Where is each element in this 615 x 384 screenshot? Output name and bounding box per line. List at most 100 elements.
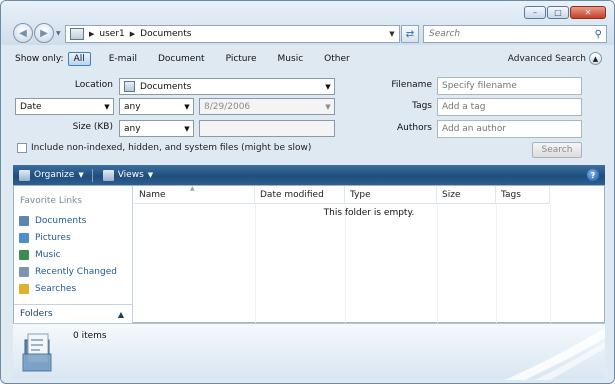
back-arrow-icon: ◀ [19,27,27,39]
documents-large-icon [22,333,52,372]
fav-link-pictures[interactable]: Pictures [19,229,117,246]
fav-link-label: Searches [35,283,77,294]
filter-picture[interactable]: Picture [221,53,262,65]
forward-button[interactable]: ▶ [34,23,54,43]
chevron-right-icon[interactable]: ▶ [89,30,94,38]
empty-folder-message: This folder is empty. [323,208,415,218]
authors-label: Authors [397,123,432,133]
size-value-field[interactable] [199,120,335,137]
search-box[interactable]: ⚲ [423,25,607,43]
authors-input[interactable] [437,120,582,138]
date-operator-value: any [124,101,141,112]
column-divider [550,204,551,323]
date-field-select[interactable]: Date ▼ [15,98,114,115]
filename-input[interactable] [437,77,582,95]
column-header-name[interactable]: ▲ Name [134,185,255,204]
chevron-down-icon: ▼ [147,171,154,179]
breadcrumb-user1[interactable]: user1 [99,29,124,39]
maximize-button[interactable]: □ [547,6,569,19]
favorite-links-list: Documents Pictures Music Recently Change… [19,212,117,297]
address-bar[interactable]: ▶ user1 ▶ Documents ▼ [65,25,400,43]
column-header-date-modified[interactable]: Date modified [255,186,345,204]
date-value-picker[interactable]: 8/29/2006 ▼ [199,98,335,115]
include-nonindexed-checkbox[interactable] [17,143,27,153]
tags-input[interactable] [437,98,582,116]
date-field-value: Date [20,101,42,112]
filter-email[interactable]: E-mail [104,53,142,65]
chevron-down-icon: ▼ [104,102,110,111]
fav-link-recently-changed[interactable]: Recently Changed [19,263,117,280]
item-count: 0 items [73,331,107,341]
size-label: Size (KB) [72,122,113,132]
column-header-tags[interactable]: Tags [496,186,550,204]
search-input[interactable] [429,29,579,39]
search-icon[interactable]: ⚲ [595,29,602,40]
minimize-button[interactable]: – [524,6,546,19]
chevron-down-icon: ▼ [325,102,331,111]
file-list: ▲ Name Date modified Type Size Tags This… [134,185,604,323]
command-bar: Organize ▼ Views ▼ ? [13,165,605,185]
chevron-down-icon: ▼ [325,82,331,91]
organize-menu[interactable]: Organize ▼ [19,169,84,181]
column-divider [437,204,438,323]
help-icon[interactable]: ? [587,169,599,181]
advanced-search-toggle[interactable]: Advanced Search ▲ [508,52,602,65]
content-area: Favorite Links Documents Pictures Music … [13,185,605,323]
details-pane: 0 items [13,323,605,380]
views-icon [102,169,114,181]
filter-all[interactable]: All [67,52,91,66]
back-button[interactable]: ◀ [13,23,33,43]
column-divider [255,204,256,323]
views-label: Views [117,170,144,180]
music-icon [19,249,29,260]
filter-music[interactable]: Music [273,53,309,65]
caption-buttons: – □ ✕ [524,6,606,19]
show-only-label: Show only: [15,54,64,64]
close-button[interactable]: ✕ [570,6,606,19]
recent-pages-dropdown[interactable]: ▼ [56,30,61,37]
views-menu[interactable]: Views ▼ [102,169,154,181]
show-only-bar: Show only: All E-mail Document Picture M… [1,49,614,69]
advanced-search-label[interactable]: Advanced Search [508,54,586,64]
pictures-icon [19,232,29,243]
fav-link-label: Documents [35,215,87,226]
location-select[interactable]: Documents ▼ [119,78,335,95]
fav-link-documents[interactable]: Documents [19,212,117,229]
chevron-up-icon[interactable]: ▲ [589,52,602,65]
toolbar-separator [91,168,93,182]
chevron-right-icon[interactable]: ▶ [130,30,135,38]
date-operator-select[interactable]: any ▼ [119,98,194,115]
title-bar: – □ ✕ ◀ ▶ ▼ ▶ user1 ▶ Documents ▼ ⇄ ⚲ [1,1,614,45]
breadcrumb-documents[interactable]: Documents [140,29,191,39]
size-operator-select[interactable]: any ▼ [119,120,194,137]
decorative-swoosh [505,328,605,380]
chevron-down-icon: ▼ [184,124,190,133]
sort-indicator-icon: ▲ [190,185,195,192]
organize-icon [19,169,30,181]
fav-link-music[interactable]: Music [19,246,117,263]
refresh-icon: ⇄ [405,28,415,40]
favorite-links-title: Favorite Links [20,196,82,206]
column-header-type[interactable]: Type [345,186,437,204]
documents-icon [19,215,29,226]
column-header-size[interactable]: Size [437,186,496,204]
tags-label: Tags [412,101,432,111]
folders-toggle[interactable]: Folders ▲ [14,304,132,323]
fav-link-searches[interactable]: Searches [19,280,117,297]
fav-link-label: Recently Changed [35,266,117,277]
column-divider [496,204,497,323]
filter-document[interactable]: Document [153,53,210,65]
column-header-label: Name [139,189,166,200]
address-dropdown-icon[interactable]: ▼ [385,30,399,38]
include-nonindexed-label[interactable]: Include non-indexed, hidden, and system … [31,143,311,153]
column-divider [345,204,346,323]
include-nonindexed-option[interactable]: Include non-indexed, hidden, and system … [17,143,311,153]
column-header-label: Tags [501,189,521,200]
fav-link-label: Music [35,249,61,260]
search-button[interactable]: Search [532,142,582,158]
filter-other[interactable]: Other [319,53,355,65]
refresh-button[interactable]: ⇄ [401,25,419,43]
explorer-window: – □ ✕ ◀ ▶ ▼ ▶ user1 ▶ Documents ▼ ⇄ ⚲ Sh… [0,0,615,384]
documents-folder-icon [124,81,135,92]
searches-folder-icon [19,283,29,294]
